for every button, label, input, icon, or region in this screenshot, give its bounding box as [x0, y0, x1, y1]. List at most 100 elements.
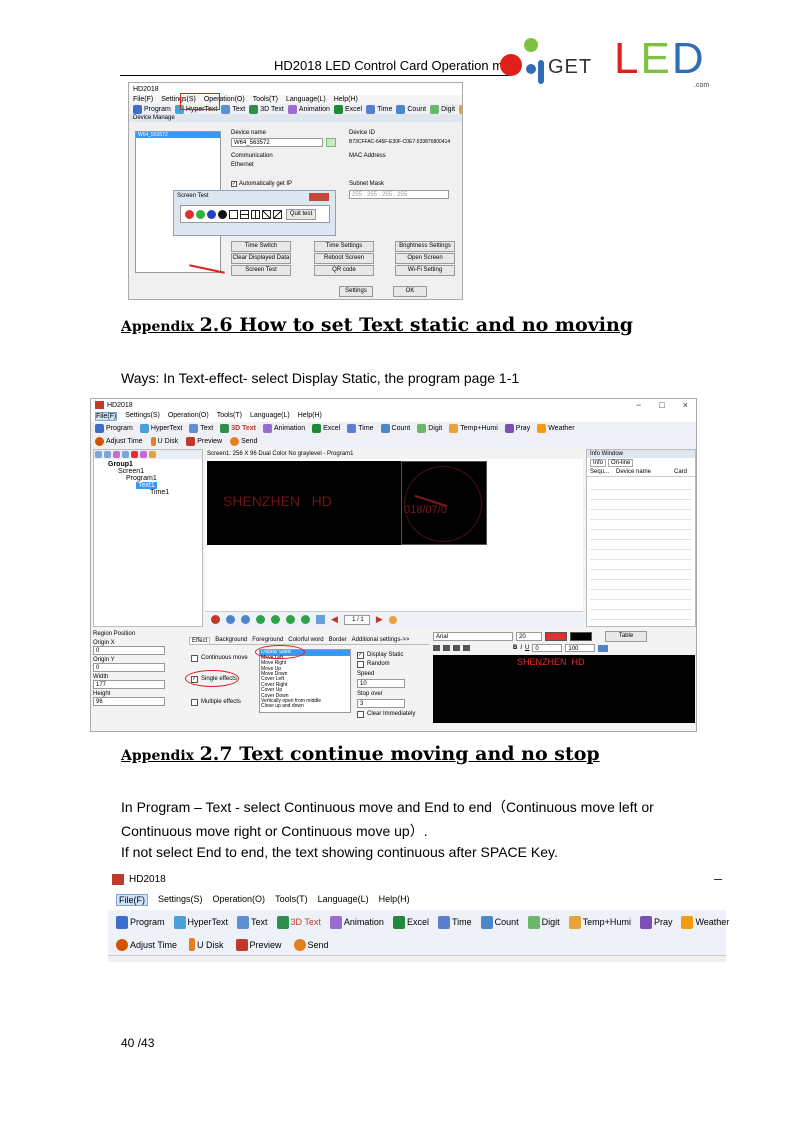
- clear-immediately-checkbox[interactable]: [357, 711, 364, 718]
- tool-send[interactable]: Send: [293, 938, 329, 951]
- close-icon[interactable]: ×: [683, 400, 688, 410]
- tool-digit[interactable]: Digit: [417, 424, 442, 433]
- minimize-icon[interactable]: −: [636, 400, 641, 410]
- tool-hypertext[interactable]: HyperText: [173, 915, 228, 929]
- origin-x-field[interactable]: 0: [93, 646, 165, 655]
- tool-temp-humi[interactable]: Temp+Humi: [568, 915, 631, 929]
- menu-language[interactable]: Language(L): [318, 894, 369, 906]
- test-hlines-icon[interactable]: [240, 209, 249, 219]
- menu-settings[interactable]: Settings(S): [158, 894, 203, 906]
- image-icon[interactable]: [598, 644, 609, 652]
- screen-test-button[interactable]: Screen Test: [231, 265, 291, 276]
- time-settings-button[interactable]: Time Settings: [314, 241, 374, 252]
- tab-effect[interactable]: Effect: [189, 637, 211, 644]
- pause-icon[interactable]: [211, 615, 220, 624]
- justify-icon[interactable]: [463, 645, 470, 651]
- minimize-icon[interactable]: [714, 878, 722, 880]
- move-down-icon[interactable]: [301, 615, 310, 624]
- online-tab[interactable]: On-line: [608, 459, 634, 467]
- tree-group1[interactable]: Group1: [94, 461, 202, 468]
- info-tab[interactable]: Info: [590, 459, 607, 467]
- menu-file[interactable]: File(F): [116, 894, 148, 906]
- test-vlines-icon[interactable]: [251, 209, 260, 219]
- tool-temp-humi[interactable]: Temp+Humi: [449, 424, 498, 433]
- random-checkbox[interactable]: [357, 661, 364, 668]
- tool-excel[interactable]: Excel: [312, 424, 340, 433]
- subnet-mask-field[interactable]: 255 . 255 . 255 . 255: [349, 190, 449, 199]
- display-static-checkbox[interactable]: ✓: [357, 652, 364, 659]
- time-switch-button[interactable]: Time Switch: [231, 241, 291, 252]
- tool-adjust-time[interactable]: Adjust Time: [116, 938, 177, 951]
- tree-time1[interactable]: Time1: [94, 489, 202, 496]
- table-button[interactable]: Table: [605, 630, 647, 642]
- bold-icon[interactable]: B: [513, 645, 517, 651]
- tab-background[interactable]: Background: [215, 637, 247, 644]
- menu-file[interactable]: File(F): [95, 412, 118, 421]
- menu-language[interactable]: Language(L): [250, 412, 290, 421]
- move-left-icon[interactable]: [256, 615, 265, 624]
- tool-send[interactable]: Send: [230, 437, 257, 446]
- wifi-setting-button[interactable]: Wi-Fi Setting: [395, 265, 455, 276]
- effect-close-up-down[interactable]: Close up and down: [260, 704, 350, 710]
- tree-program1[interactable]: Program1: [94, 475, 202, 482]
- page-counter[interactable]: 1 / 1: [343, 614, 370, 625]
- continuous-move-checkbox[interactable]: [191, 655, 198, 662]
- settings-button[interactable]: Settings: [339, 286, 373, 297]
- test-red-icon[interactable]: [185, 209, 194, 219]
- align-left-icon[interactable]: [433, 645, 440, 651]
- menu-operation[interactable]: Operation(O): [213, 894, 266, 906]
- tool-pray[interactable]: Pray: [504, 424, 530, 433]
- spacing-field[interactable]: 0: [532, 644, 563, 652]
- height-field[interactable]: 96: [93, 697, 165, 706]
- tool-temp[interactable]: Te: [459, 104, 462, 114]
- tool-count[interactable]: Count: [380, 424, 410, 433]
- tool-text[interactable]: Text: [237, 915, 268, 929]
- tool-time[interactable]: Time: [437, 915, 472, 929]
- dialog-close-button[interactable]: [309, 193, 329, 201]
- tool-3d-text[interactable]: 3D Text: [249, 104, 284, 114]
- tool-excel[interactable]: Excel: [392, 915, 429, 929]
- center-icon[interactable]: [316, 615, 325, 624]
- tool-3d-text[interactable]: 3D Text: [276, 915, 321, 929]
- tab-foreground[interactable]: Foreground: [252, 637, 283, 644]
- quit-test-button[interactable]: Quit test: [286, 208, 316, 220]
- test-diag2-icon[interactable]: [273, 209, 282, 219]
- prev-page-icon[interactable]: ◀: [331, 614, 338, 625]
- italic-icon[interactable]: I: [520, 645, 522, 651]
- tool-animation[interactable]: Animation: [287, 104, 330, 114]
- zoom-out-icon[interactable]: [241, 615, 250, 624]
- tab-border[interactable]: Border: [329, 637, 347, 644]
- font-select[interactable]: Arial: [433, 631, 513, 641]
- menu-operation[interactable]: Operation(O): [168, 412, 209, 421]
- text-preview-area[interactable]: SHENZHEN HD: [433, 655, 695, 723]
- tool-text[interactable]: Text: [189, 424, 213, 433]
- tab-colorful-word[interactable]: Colorful word: [288, 637, 323, 644]
- width-field[interactable]: 177: [93, 680, 165, 689]
- test-square-icon[interactable]: [229, 209, 238, 219]
- settings-gear-icon[interactable]: [388, 615, 397, 624]
- auto-ip-checkbox[interactable]: ✓: [231, 181, 237, 187]
- menu-help[interactable]: Help(H): [298, 412, 322, 421]
- menu-file[interactable]: File(F): [133, 96, 153, 103]
- tool-text[interactable]: Text: [221, 104, 245, 114]
- clear-displayed-data-button[interactable]: Clear Displayed Data: [231, 253, 291, 264]
- menu-settings[interactable]: Settings(S): [125, 412, 160, 421]
- move-right-icon[interactable]: [271, 615, 280, 624]
- tab-additional-settings[interactable]: Additional settings->>: [352, 637, 410, 644]
- tool-count[interactable]: Count: [396, 104, 426, 114]
- font-size-select[interactable]: 20: [516, 631, 542, 641]
- tool-weather[interactable]: Weather: [537, 424, 575, 433]
- tool-program[interactable]: Program: [133, 104, 171, 114]
- tool-program[interactable]: Program: [95, 424, 133, 433]
- stop-over-select[interactable]: 3: [357, 699, 405, 708]
- refresh-icon[interactable]: [326, 138, 336, 147]
- tree-screen1[interactable]: Screen1: [94, 468, 202, 475]
- tool-time[interactable]: Time: [347, 424, 374, 433]
- menu-language[interactable]: Language(L): [286, 96, 326, 103]
- menu-tools[interactable]: Tools(T): [217, 412, 242, 421]
- menu-tools[interactable]: Tools(T): [253, 96, 278, 103]
- ok-button[interactable]: OK: [393, 286, 427, 297]
- menu-tools[interactable]: Tools(T): [275, 894, 308, 906]
- maximize-icon[interactable]: □: [659, 400, 664, 410]
- tool-u-disk[interactable]: U Disk: [189, 938, 224, 951]
